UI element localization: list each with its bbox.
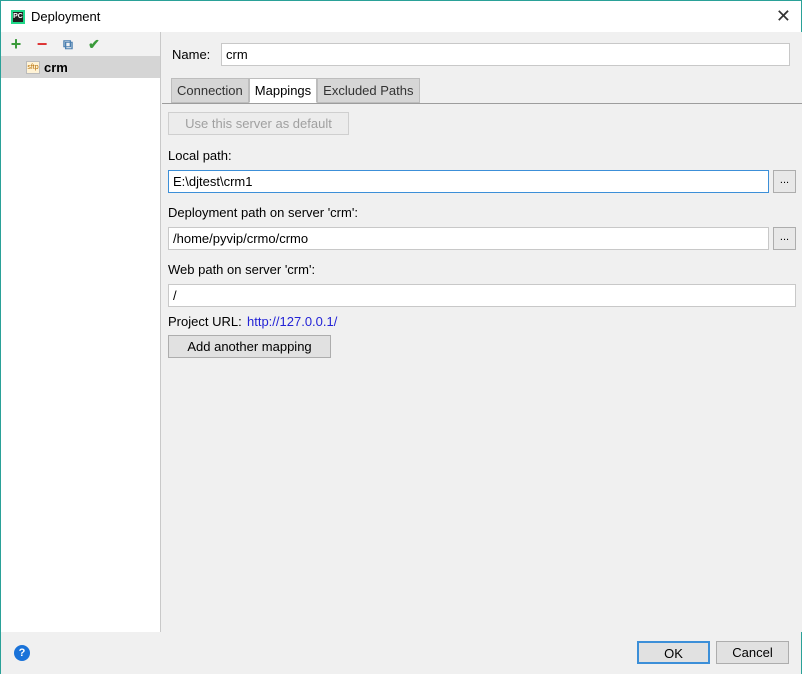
cancel-button[interactable]: Cancel (716, 641, 789, 664)
sftp-icon: sftp (26, 60, 40, 74)
local-path-browse-button[interactable]: ... (773, 170, 796, 193)
deployment-path-label: Deployment path on server 'crm': (168, 205, 358, 220)
copy-icon[interactable]: ⧉ (60, 35, 76, 53)
deployment-dialog: PC Deployment ✕ + − ⧉ ✔ sftp crm Name: c… (0, 0, 802, 674)
remove-icon[interactable]: − (34, 35, 50, 53)
name-label: Name: (172, 47, 211, 62)
web-path-input[interactable]: / (168, 284, 796, 307)
server-settings-panel: Name: crm Connection Mappings Excluded P… (162, 32, 802, 632)
local-path-input[interactable]: E:\djtest\crm1 (168, 170, 769, 193)
help-icon[interactable]: ? (14, 645, 30, 661)
ok-button[interactable]: OK (637, 641, 710, 664)
project-url-label: Project URL: (168, 314, 242, 329)
tab-excluded-paths[interactable]: Excluded Paths (317, 78, 420, 103)
tab-mappings[interactable]: Mappings (248, 78, 318, 103)
web-path-label: Web path on server 'crm': (168, 262, 316, 277)
name-input[interactable]: crm (221, 43, 790, 66)
window-title: Deployment (31, 9, 101, 24)
server-toolbar: + − ⧉ ✔ (1, 32, 160, 56)
add-another-mapping-button[interactable]: Add another mapping (168, 335, 331, 358)
use-as-default-button[interactable]: Use this server as default (168, 112, 349, 135)
title-bar: PC Deployment ✕ (1, 1, 801, 32)
local-path-label: Local path: (168, 148, 232, 163)
pycharm-app-icon: PC (11, 9, 25, 24)
server-item-crm[interactable]: sftp crm (1, 56, 160, 78)
add-icon[interactable]: + (8, 35, 24, 53)
close-icon[interactable]: ✕ (776, 6, 791, 27)
deployment-path-browse-button[interactable]: ... (773, 227, 796, 250)
tab-divider (162, 103, 802, 104)
server-label: crm (44, 59, 68, 75)
deployment-path-input[interactable]: /home/pyvip/crmo/crmo (168, 227, 769, 250)
project-url-link[interactable]: http://127.0.0.1/ (247, 314, 337, 329)
tab-bar: Connection Mappings Excluded Paths (171, 78, 420, 103)
tab-connection[interactable]: Connection (171, 78, 249, 103)
dialog-footer: ? OK Cancel (1, 632, 801, 674)
server-list-panel: + − ⧉ ✔ sftp crm (1, 32, 161, 632)
set-default-icon[interactable]: ✔ (86, 35, 102, 53)
